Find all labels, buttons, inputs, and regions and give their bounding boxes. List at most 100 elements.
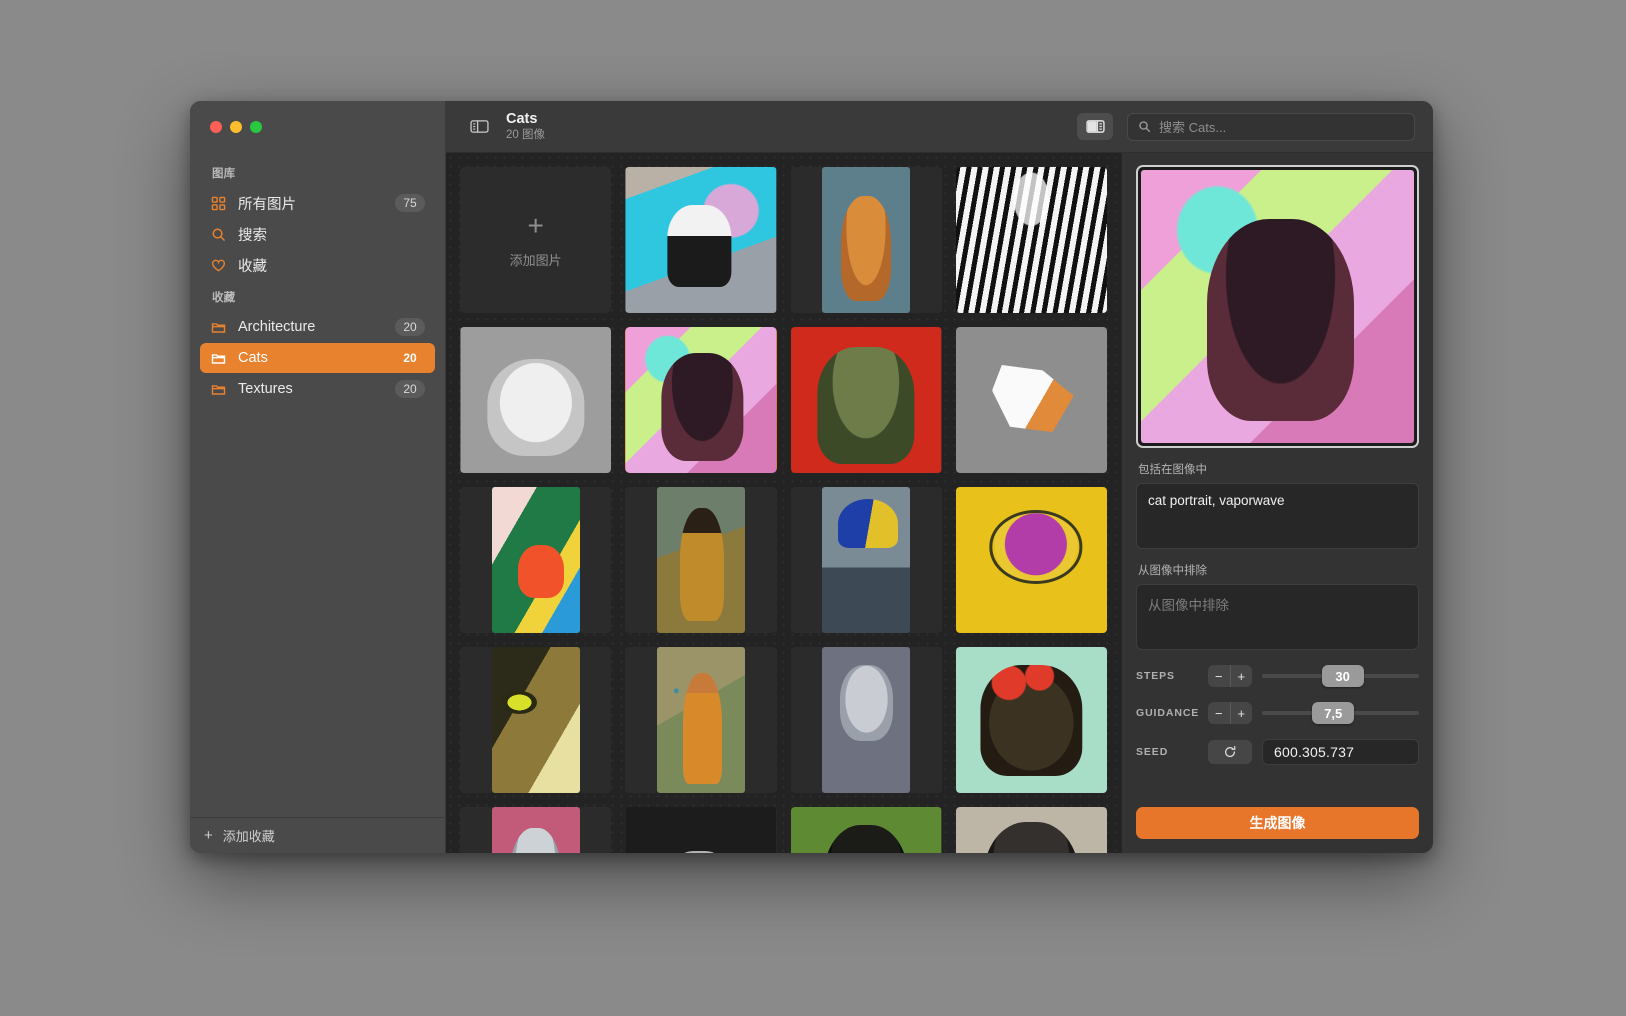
guidance-stepper[interactable]: − + bbox=[1208, 702, 1252, 724]
thumbnail bbox=[822, 647, 910, 793]
include-prompt-label: 包括在图像中 bbox=[1138, 461, 1419, 477]
guidance-increment-button[interactable]: + bbox=[1231, 702, 1253, 724]
thumbnail bbox=[460, 327, 611, 473]
search-input[interactable]: 搜索 Cats... bbox=[1127, 113, 1415, 141]
minimize-button[interactable] bbox=[230, 121, 242, 133]
sidebar-item-count: 75 bbox=[395, 194, 425, 212]
gallery-grid: + 添加图片 bbox=[460, 167, 1107, 853]
sidebar-item-favorites[interactable]: 收藏 bbox=[200, 250, 435, 280]
sidebar-item-cats[interactable]: Cats 20 bbox=[200, 343, 435, 373]
thumbnail bbox=[822, 487, 910, 633]
sidebar-item-label: Textures bbox=[238, 381, 384, 397]
page-title: Cats bbox=[506, 112, 545, 128]
gallery-item-dark-cat[interactable] bbox=[956, 807, 1107, 853]
app-window: 图库 所有图片 75 bbox=[190, 101, 1433, 853]
gallery-item-pink-grey-cat[interactable] bbox=[460, 807, 611, 853]
content-split: + 添加图片 bbox=[446, 153, 1433, 853]
thumbnail bbox=[956, 327, 1107, 473]
thumbnail bbox=[791, 807, 942, 853]
seed-label: SEED bbox=[1136, 746, 1198, 758]
zoom-button[interactable] bbox=[250, 121, 262, 133]
thumbnail bbox=[492, 647, 580, 793]
toolbar: Cats 20 图像 bbox=[446, 101, 1433, 153]
search-icon bbox=[210, 226, 227, 243]
generate-image-button[interactable]: 生成图像 bbox=[1136, 807, 1419, 839]
guidance-slider-knob[interactable]: 7,5 bbox=[1312, 702, 1354, 724]
sidebar-left-toggle-icon[interactable] bbox=[466, 116, 492, 138]
sidebar-item-label: Cats bbox=[238, 350, 384, 366]
grid-icon bbox=[210, 195, 227, 212]
thumbnail bbox=[625, 167, 776, 313]
gallery-item-origami-cat[interactable] bbox=[956, 327, 1107, 473]
generate-area: 生成图像 bbox=[1136, 792, 1419, 853]
thumbnail bbox=[956, 487, 1107, 633]
plus-icon: + bbox=[527, 212, 543, 240]
sidebar-item-search[interactable]: 搜索 bbox=[200, 219, 435, 249]
gallery-item-golden-cat[interactable] bbox=[625, 487, 776, 633]
gallery-item-klimt-cat[interactable] bbox=[625, 647, 776, 793]
gallery-item-grass-black-cat[interactable] bbox=[791, 807, 942, 853]
window-controls bbox=[190, 101, 445, 153]
gallery-item-grey-sketch[interactable] bbox=[460, 327, 611, 473]
gallery-item-photo-cat[interactable] bbox=[625, 807, 776, 853]
gallery-item-closeup-cat[interactable] bbox=[460, 647, 611, 793]
close-button[interactable] bbox=[210, 121, 222, 133]
gallery-item-zebra-lineart[interactable] bbox=[956, 167, 1107, 313]
add-collection-label: 添加收藏 bbox=[223, 826, 275, 845]
thumbnail bbox=[956, 807, 1107, 853]
steps-row: STEPS − + 30 bbox=[1136, 665, 1419, 687]
thumbnail bbox=[625, 807, 776, 853]
sidebar-scroll: 图库 所有图片 75 bbox=[190, 153, 445, 817]
add-image-tile[interactable]: + 添加图片 bbox=[460, 167, 611, 313]
steps-slider[interactable]: 30 bbox=[1262, 665, 1419, 687]
image-gallery[interactable]: + 添加图片 bbox=[446, 153, 1121, 853]
gallery-item-astronaut-cat[interactable] bbox=[956, 487, 1107, 633]
guidance-decrement-button[interactable]: − bbox=[1208, 702, 1230, 724]
thumbnail bbox=[822, 167, 910, 313]
seed-row: SEED 600.305.737 bbox=[1136, 739, 1419, 765]
exclude-prompt-label: 从图像中排除 bbox=[1138, 562, 1419, 578]
gallery-item-red-vangogh[interactable] bbox=[791, 327, 942, 473]
sidebar-item-label: 搜索 bbox=[238, 224, 425, 245]
sidebar-item-all-images[interactable]: 所有图片 75 bbox=[200, 188, 435, 218]
gallery-item-vaporwave-cat-selected[interactable] bbox=[625, 327, 776, 473]
add-collection-button[interactable]: + 添加收藏 bbox=[190, 817, 445, 853]
page-subtitle: 20 图像 bbox=[506, 129, 545, 142]
folder-icon bbox=[210, 319, 227, 336]
exclude-prompt-input[interactable]: 从图像中排除 bbox=[1136, 584, 1419, 650]
gallery-item-tuxedo-cat[interactable] bbox=[791, 647, 942, 793]
gallery-item-graffiti-cat[interactable] bbox=[625, 167, 776, 313]
sidebar-item-textures[interactable]: Textures 20 bbox=[200, 374, 435, 404]
sidebar-item-count: 20 bbox=[395, 380, 425, 398]
sidebar-item-label: Architecture bbox=[238, 319, 384, 335]
guidance-row: GUIDANCE − + 7,5 bbox=[1136, 702, 1419, 724]
include-prompt-input[interactable]: cat portrait, vaporwave bbox=[1136, 483, 1419, 549]
gallery-item-orange-tabby[interactable] bbox=[791, 167, 942, 313]
search-placeholder-text: 搜索 Cats... bbox=[1159, 117, 1226, 136]
plus-icon: + bbox=[204, 828, 213, 843]
toolbar-title-group: Cats 20 图像 bbox=[506, 112, 545, 142]
steps-decrement-button[interactable]: − bbox=[1208, 665, 1230, 687]
thumbnail bbox=[657, 487, 745, 633]
gallery-item-vermeer-cat[interactable] bbox=[791, 487, 942, 633]
thumbnail bbox=[956, 167, 1107, 313]
steps-label: STEPS bbox=[1136, 670, 1198, 682]
sidebar-right-toggle-icon[interactable] bbox=[1077, 113, 1113, 140]
folder-icon bbox=[210, 381, 227, 398]
steps-slider-knob[interactable]: 30 bbox=[1322, 665, 1364, 687]
steps-increment-button[interactable]: + bbox=[1231, 665, 1253, 687]
preview-image[interactable] bbox=[1136, 165, 1419, 448]
gallery-item-flower-cat[interactable] bbox=[956, 647, 1107, 793]
add-image-label: 添加图片 bbox=[510, 250, 562, 269]
guidance-slider[interactable]: 7,5 bbox=[1262, 702, 1419, 724]
refresh-icon[interactable] bbox=[1208, 740, 1252, 764]
seed-input[interactable]: 600.305.737 bbox=[1262, 739, 1419, 765]
search-icon bbox=[1138, 120, 1151, 133]
desktop-backdrop: 图库 所有图片 75 bbox=[0, 0, 1626, 1016]
sidebar-section-collections: 收藏 bbox=[190, 281, 445, 311]
gallery-item-matisse-cat[interactable] bbox=[460, 487, 611, 633]
thumbnail bbox=[956, 647, 1107, 793]
steps-stepper[interactable]: − + bbox=[1208, 665, 1252, 687]
preview-artwork bbox=[1141, 170, 1414, 443]
sidebar-item-architecture[interactable]: Architecture 20 bbox=[200, 312, 435, 342]
